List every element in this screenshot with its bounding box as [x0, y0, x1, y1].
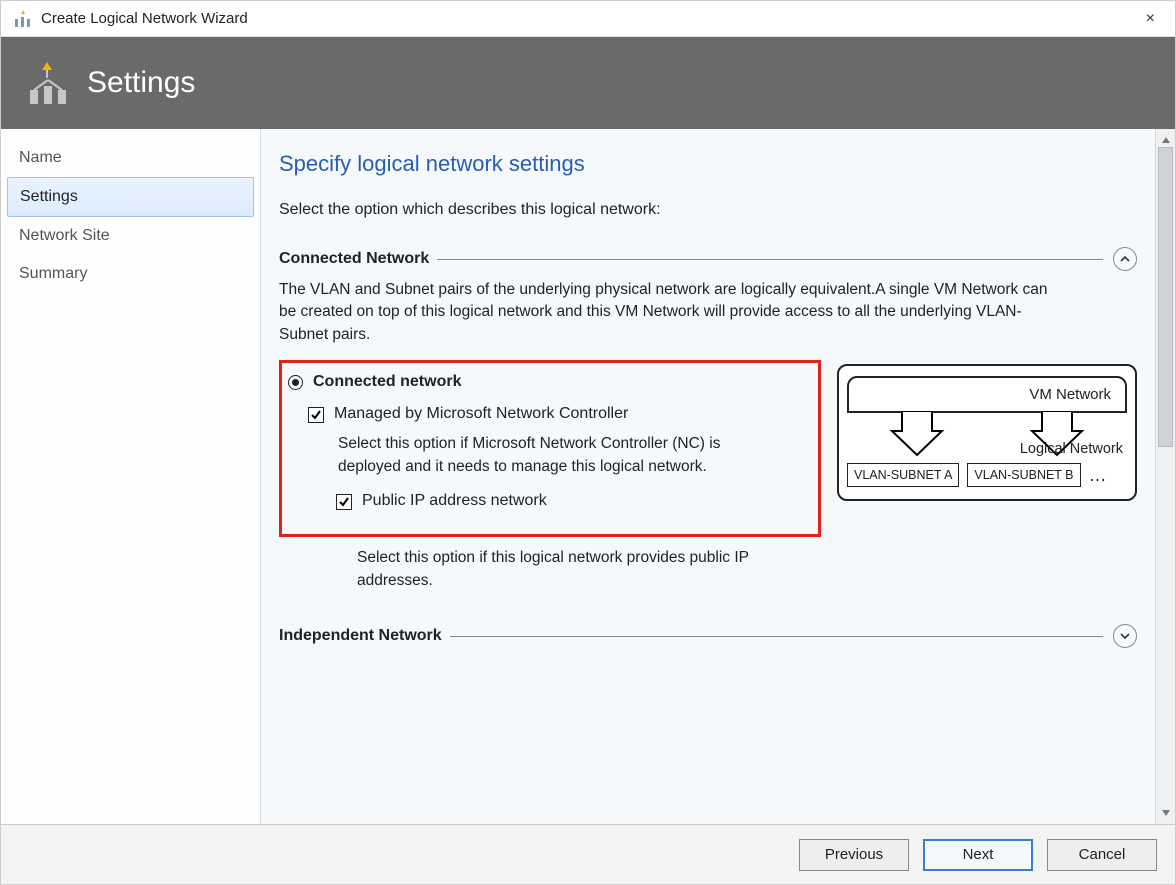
app-icon: [13, 9, 33, 29]
highlight-box: Connected network Managed by Microsoft N…: [279, 360, 821, 537]
window-title: Create Logical Network Wizard: [41, 10, 248, 27]
checkbox-managed-by-nc[interactable]: [308, 407, 324, 423]
divider: [437, 259, 1103, 260]
scroll-up-icon[interactable]: [1159, 133, 1173, 147]
chevron-down-icon: [1119, 630, 1131, 642]
managed-desc: Select this option if Microsoft Network …: [338, 433, 768, 478]
sidebar-item-network-site[interactable]: Network Site: [7, 217, 254, 255]
radio-connected-network[interactable]: [288, 375, 303, 390]
diagram-arrow-icon: [887, 411, 947, 459]
checkmark-icon: [310, 409, 322, 421]
section-connected-header: Connected Network: [279, 247, 1137, 271]
public-desc: Select this option if this logical netwo…: [357, 547, 787, 592]
radio-dot-icon: [292, 379, 299, 386]
divider: [450, 636, 1103, 637]
section-independent-header: Independent Network: [279, 624, 1137, 648]
sidebar-item-settings[interactable]: Settings: [7, 177, 254, 217]
scrollbar-track[interactable]: [1156, 147, 1175, 806]
radio-connected-label: Connected network: [313, 373, 461, 391]
expand-independent-button[interactable]: [1113, 624, 1137, 648]
previous-button[interactable]: Previous: [799, 839, 909, 871]
diagram-ellipsis: …: [1089, 465, 1109, 486]
titlebar: Create Logical Network Wizard ×: [1, 1, 1175, 37]
instruction-text: Select the option which describes this l…: [279, 201, 1137, 219]
collapse-connected-button[interactable]: [1113, 247, 1137, 271]
scrollbar-thumb[interactable]: [1158, 147, 1173, 447]
checkbox-public-label: Public IP address network: [362, 492, 547, 510]
content-panel: Specify logical network settings Select …: [261, 129, 1155, 824]
cancel-button[interactable]: Cancel: [1047, 839, 1157, 871]
sidebar-item-name[interactable]: Name: [7, 139, 254, 177]
wizard-sidebar: Name Settings Network Site Summary: [1, 129, 261, 824]
section-connected-desc: The VLAN and Subnet pairs of the underly…: [279, 279, 1069, 346]
header-icon: [25, 60, 71, 106]
checkmark-icon: [338, 496, 350, 508]
sidebar-item-summary[interactable]: Summary: [7, 255, 254, 293]
wizard-footer: Previous Next Cancel: [1, 824, 1175, 884]
diagram-vlan-a: VLAN-SUBNET A: [847, 463, 959, 487]
checkbox-public-ip[interactable]: [336, 494, 352, 510]
vertical-scrollbar[interactable]: [1155, 129, 1175, 824]
wizard-header: Settings: [1, 37, 1175, 129]
diagram-vlan-b: VLAN-SUBNET B: [967, 463, 1080, 487]
checkbox-managed-label: Managed by Microsoft Network Controller: [334, 405, 628, 423]
scroll-down-icon[interactable]: [1159, 806, 1173, 820]
page-heading: Specify logical network settings: [279, 151, 1137, 177]
chevron-up-icon: [1119, 253, 1131, 265]
diagram-vm-box: VM Network: [847, 376, 1127, 413]
header-title: Settings: [87, 66, 195, 100]
next-button[interactable]: Next: [923, 839, 1033, 871]
close-icon[interactable]: ×: [1138, 6, 1163, 32]
section-independent-title: Independent Network: [279, 627, 442, 645]
wizard-window: Create Logical Network Wizard × Settings…: [0, 0, 1176, 885]
section-connected-title: Connected Network: [279, 250, 429, 268]
network-diagram: VM Network: [837, 364, 1137, 501]
